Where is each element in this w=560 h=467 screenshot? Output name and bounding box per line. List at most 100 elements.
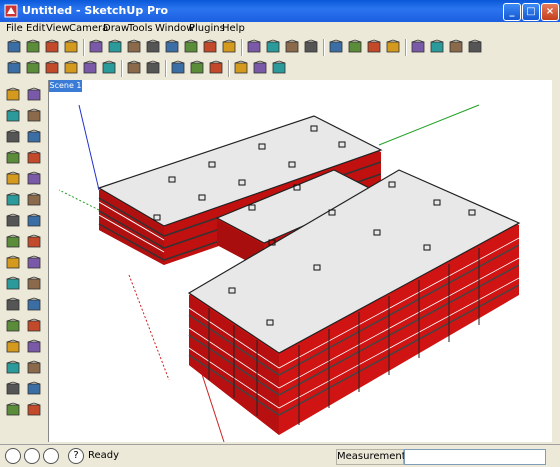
sandbox-icon[interactable] [252, 60, 268, 76]
pencil-icon[interactable] [26, 108, 42, 124]
dimension-icon[interactable] [26, 255, 42, 271]
scene-tab[interactable]: Scene 1 [49, 80, 82, 92]
axes-icon[interactable] [5, 297, 21, 313]
section-icon[interactable] [5, 402, 21, 418]
camera-icon[interactable] [44, 39, 60, 55]
right-view-icon[interactable] [63, 60, 79, 76]
account-icon[interactable] [43, 448, 59, 464]
main-toolbar [0, 36, 560, 58]
toolbar-separator [228, 60, 230, 77]
photo-textures-icon[interactable] [25, 39, 41, 55]
component-icon[interactable] [88, 39, 104, 55]
followme-icon[interactable] [26, 213, 42, 229]
blue-house-icon[interactable] [347, 39, 363, 55]
grid-icon[interactable] [164, 39, 180, 55]
move-icon[interactable] [5, 192, 21, 208]
walk-icon[interactable] [5, 381, 21, 397]
help-icon[interactable]: ? [68, 448, 84, 464]
box-gray-icon[interactable] [429, 39, 445, 55]
minimize-button[interactable]: _ [503, 3, 521, 21]
credits-icon[interactable] [24, 448, 40, 464]
select-icon[interactable] [5, 87, 21, 103]
eraser-icon[interactable] [271, 60, 287, 76]
wrench-icon[interactable] [202, 39, 218, 55]
zoomext-icon[interactable] [5, 360, 21, 376]
model-info-icon[interactable] [6, 39, 22, 55]
push-icon[interactable] [189, 60, 205, 76]
battery-icon[interactable] [221, 39, 237, 55]
front-view-icon[interactable] [44, 60, 60, 76]
circle-icon[interactable] [5, 150, 21, 166]
tool-wrench-icon[interactable] [183, 39, 199, 55]
prev-icon[interactable] [26, 360, 42, 376]
model-house-icon[interactable] [126, 39, 142, 55]
line-icon[interactable] [26, 129, 42, 145]
zoom-icon[interactable] [246, 39, 262, 55]
protractor-icon[interactable] [5, 276, 21, 292]
arc-icon[interactable] [26, 150, 42, 166]
measurements-input[interactable] [404, 449, 546, 465]
top-view-icon[interactable] [25, 60, 41, 76]
green-house-icon[interactable] [366, 39, 382, 55]
measurements-label: Measurements [336, 449, 411, 465]
warning-icon[interactable] [303, 39, 319, 55]
red-axis-neg [128, 274, 170, 381]
print-icon[interactable] [126, 60, 142, 76]
menu-plugins[interactable]: Plugins [189, 23, 225, 34]
add-plugin-icon[interactable] [145, 39, 161, 55]
freehand-icon[interactable] [26, 171, 42, 187]
eraser-icon[interactable] [26, 87, 42, 103]
add-location-icon[interactable] [63, 39, 79, 55]
window-title: Untitled - SketchUp Pro [22, 4, 169, 17]
maximize-button[interactable]: □ [522, 3, 540, 21]
rectangle-icon[interactable] [5, 129, 21, 145]
zoomwindow-icon[interactable] [26, 339, 42, 355]
right-edge [552, 80, 560, 442]
menu-bar: File Edit View Camera Draw Tools Window … [0, 22, 560, 36]
stack-icon[interactable] [170, 60, 186, 76]
pan-icon[interactable] [26, 318, 42, 334]
scale-icon[interactable] [5, 234, 21, 250]
toolbar-separator [241, 39, 243, 56]
text-icon[interactable] [26, 276, 42, 292]
menu-file[interactable]: File [6, 23, 23, 34]
rotate-icon[interactable] [5, 213, 21, 229]
sketchup-logo-icon [4, 4, 18, 18]
filter-icon[interactable] [265, 39, 281, 55]
3dtext-icon[interactable] [26, 297, 42, 313]
house-icon[interactable] [328, 39, 344, 55]
menu-draw[interactable]: Draw [103, 23, 129, 34]
component-options-icon[interactable] [107, 39, 123, 55]
offset-icon[interactable] [26, 234, 42, 250]
color-bar-icon[interactable] [385, 39, 401, 55]
polygon-icon[interactable] [5, 171, 21, 187]
iso-view-icon[interactable] [6, 60, 22, 76]
pushpull-icon[interactable] [26, 192, 42, 208]
box-red-icon[interactable] [410, 39, 426, 55]
status-bar: ? Ready Measurements [0, 444, 560, 467]
green-axis [378, 104, 480, 146]
globe-icon[interactable] [208, 60, 224, 76]
menu-view[interactable]: View [46, 23, 70, 34]
tape-icon[interactable] [5, 255, 21, 271]
box-cube-icon[interactable] [467, 39, 483, 55]
left-tools-toolbar [0, 82, 48, 440]
cursor-icon[interactable] [284, 39, 300, 55]
layers-icon[interactable] [233, 60, 249, 76]
model-viewport[interactable] [48, 80, 553, 443]
position-icon[interactable] [26, 402, 42, 418]
zoom-icon[interactable] [5, 339, 21, 355]
orbit-icon[interactable] [5, 318, 21, 334]
close-button[interactable]: × [541, 3, 559, 21]
paint-icon[interactable] [5, 108, 21, 124]
list-icon[interactable] [82, 60, 98, 76]
menu-tools[interactable]: Tools [128, 23, 153, 34]
geo-location-icon[interactable] [5, 448, 21, 464]
lookaround-icon[interactable] [26, 381, 42, 397]
box-teal-icon[interactable] [448, 39, 464, 55]
menu-help[interactable]: Help [222, 23, 245, 34]
doc-icon[interactable] [145, 60, 161, 76]
menu-edit[interactable]: Edit [26, 23, 45, 34]
toolbar-separator [323, 39, 325, 56]
calendar-icon[interactable] [101, 60, 117, 76]
